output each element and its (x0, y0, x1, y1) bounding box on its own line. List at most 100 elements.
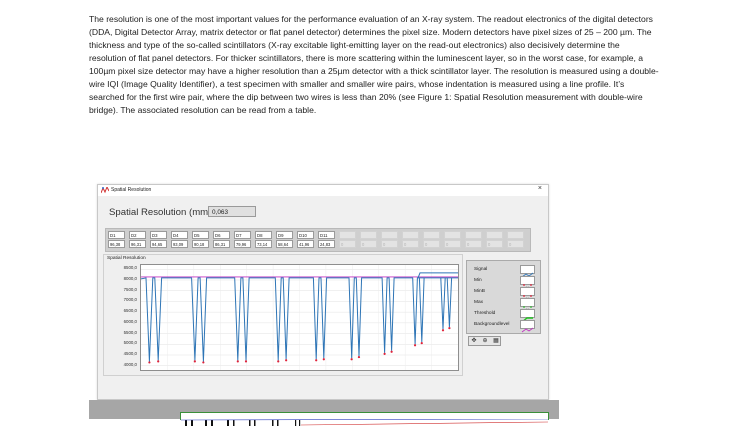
legend-item[interactable]: Min (471, 276, 537, 290)
app-icon (101, 187, 109, 194)
legend-item[interactable]: Backgroundlevel (471, 320, 537, 333)
wire-pair-label (444, 231, 461, 239)
wire-pair-value[interactable]: 73,14 (255, 240, 272, 248)
min-marker (202, 361, 205, 364)
y-tick-label: 8000,0 (123, 276, 137, 281)
chart-title: Spatial Resolution (107, 256, 146, 261)
wire-pair-value[interactable]: 24,83 (318, 240, 335, 248)
wire-pair-label (402, 231, 419, 239)
paragraph-text: The resolution is one of the most import… (89, 14, 659, 115)
wire-pair-label: D2 (129, 231, 146, 239)
min-marker (383, 352, 386, 355)
legend-label: MinB (474, 289, 485, 294)
resolution-chart: Spatial Resolution 8500,0 8000,0 7500,0 700… (103, 254, 520, 376)
y-tick-label: 4500,0 (123, 351, 137, 356)
wire-pair-value[interactable]: 93,09 (171, 240, 188, 248)
wire-pair-label (360, 231, 377, 239)
wire-pair-value[interactable]: 0 (423, 240, 440, 248)
wire-pair-value[interactable]: 94,65 (150, 240, 167, 248)
close-button[interactable]: × (538, 185, 542, 192)
legend-swatch (520, 298, 535, 312)
document-paragraph: The resolution is one of the most import… (89, 13, 659, 117)
wire-pair-label (507, 231, 524, 239)
min-marker (285, 359, 288, 362)
y-tick-label: 7000,0 (123, 297, 137, 303)
legend-swatch (520, 320, 535, 333)
legend-label: Max (474, 300, 484, 305)
legend-item[interactable]: Threshold (471, 309, 537, 323)
wire-pair-table: D1 96,38 D2 96,31 D3 94,65 D4 93,09 D5 90,18 D6 86,… (105, 228, 531, 252)
wire-pair-value[interactable]: 96,38 (108, 240, 125, 248)
zoom-icon[interactable]: ⊕ (481, 338, 489, 345)
wire-pair-label (339, 231, 356, 239)
legend-swatch (520, 276, 535, 290)
wire-pair-label: D5 (192, 231, 209, 239)
legend-label: Signal (474, 267, 488, 272)
legend-label: Backgroundlevel (474, 322, 510, 327)
y-tick-label: 7500,0 (123, 286, 137, 292)
wire-pair-value[interactable]: 0 (381, 240, 398, 248)
wire-pair-label (465, 231, 482, 239)
y-tick-label: 5500,0 (123, 329, 137, 335)
wire-pair-label: D8 (255, 231, 272, 239)
wire-pair-value[interactable]: 0 (360, 240, 377, 248)
min-marker (441, 329, 445, 332)
y-tick-label: 6500,0 (123, 308, 137, 314)
plot-area[interactable] (140, 264, 520, 371)
min-marker (148, 361, 151, 364)
title-bar[interactable]: Spatial Resolution × (98, 185, 548, 196)
wire-pair-label: D4 (171, 231, 188, 239)
y-tick-label: 8500,0 (123, 265, 137, 271)
wire-pair-label (381, 231, 398, 239)
wire-pair-value[interactable]: 0 (444, 240, 461, 248)
wire-pair-value[interactable]: 58,64 (276, 240, 293, 248)
wire-pair-value[interactable]: 0 (402, 240, 419, 248)
min-marker (357, 355, 361, 359)
legend-swatch (520, 309, 535, 323)
min-marker (322, 358, 325, 361)
wire-pair-value[interactable]: 90,18 (192, 240, 209, 248)
resolution-value-field[interactable]: 0,063 (208, 206, 256, 217)
pan-icon[interactable]: ✥ (470, 338, 478, 345)
min-marker (277, 360, 280, 363)
min-marker (315, 359, 318, 362)
wire-pair-label: D7 (234, 231, 251, 239)
legend-swatch (520, 287, 535, 301)
legend-label: Threshold (474, 311, 496, 316)
wire-pair-label: D9 (276, 231, 293, 239)
image-icon[interactable]: ▦ (492, 338, 500, 345)
legend-item[interactable]: Max (471, 298, 537, 312)
wire-pair-value[interactable]: 0 (465, 240, 482, 248)
min-marker (193, 360, 196, 363)
legend-swatch (520, 265, 535, 278)
wire-pair-value[interactable]: 79,96 (234, 240, 251, 248)
wire-pair-label (486, 231, 503, 239)
resolution-label: Spatial Resolution (mm) (109, 207, 212, 218)
legend-item[interactable]: MinB (471, 287, 537, 301)
wire-pair-value[interactable]: 0 (339, 240, 356, 248)
preview-wires (180, 418, 549, 426)
wire-pair-value[interactable]: 86,31 (213, 240, 230, 248)
wire-pair-label: D10 (297, 231, 314, 239)
y-tick-label: 5000,0 (123, 340, 137, 346)
wire-pair-value[interactable]: 0 (486, 240, 503, 248)
wire-pair-label: D3 (150, 231, 167, 239)
wire-pair-label: D1 (108, 231, 125, 239)
legend: Signal Min MinB Max Threshold Backgroundlevel (466, 260, 541, 334)
min-marker (350, 358, 353, 361)
image-preview (89, 400, 559, 426)
wire-pair-value[interactable]: 0 (507, 240, 524, 248)
y-tick-label: 6000,0 (123, 318, 137, 324)
min-marker (448, 327, 451, 330)
wire-pair-label: D11 (318, 231, 335, 239)
wire-pair-value[interactable]: 41,96 (297, 240, 314, 248)
spatial-resolution-window: Spatial Resolution × Spatial Resolution … (97, 184, 549, 400)
wire-pair-label: D6 (213, 231, 230, 239)
plot-svg (140, 265, 520, 370)
min-marker (420, 342, 423, 345)
legend-item[interactable]: Signal (471, 265, 537, 278)
wire-pair-value[interactable]: 96,31 (129, 240, 146, 248)
window-title: Spatial Resolution (111, 187, 152, 193)
min-marker (413, 344, 417, 347)
graph-tools: ✥ ⊕ ▦ (468, 336, 501, 346)
